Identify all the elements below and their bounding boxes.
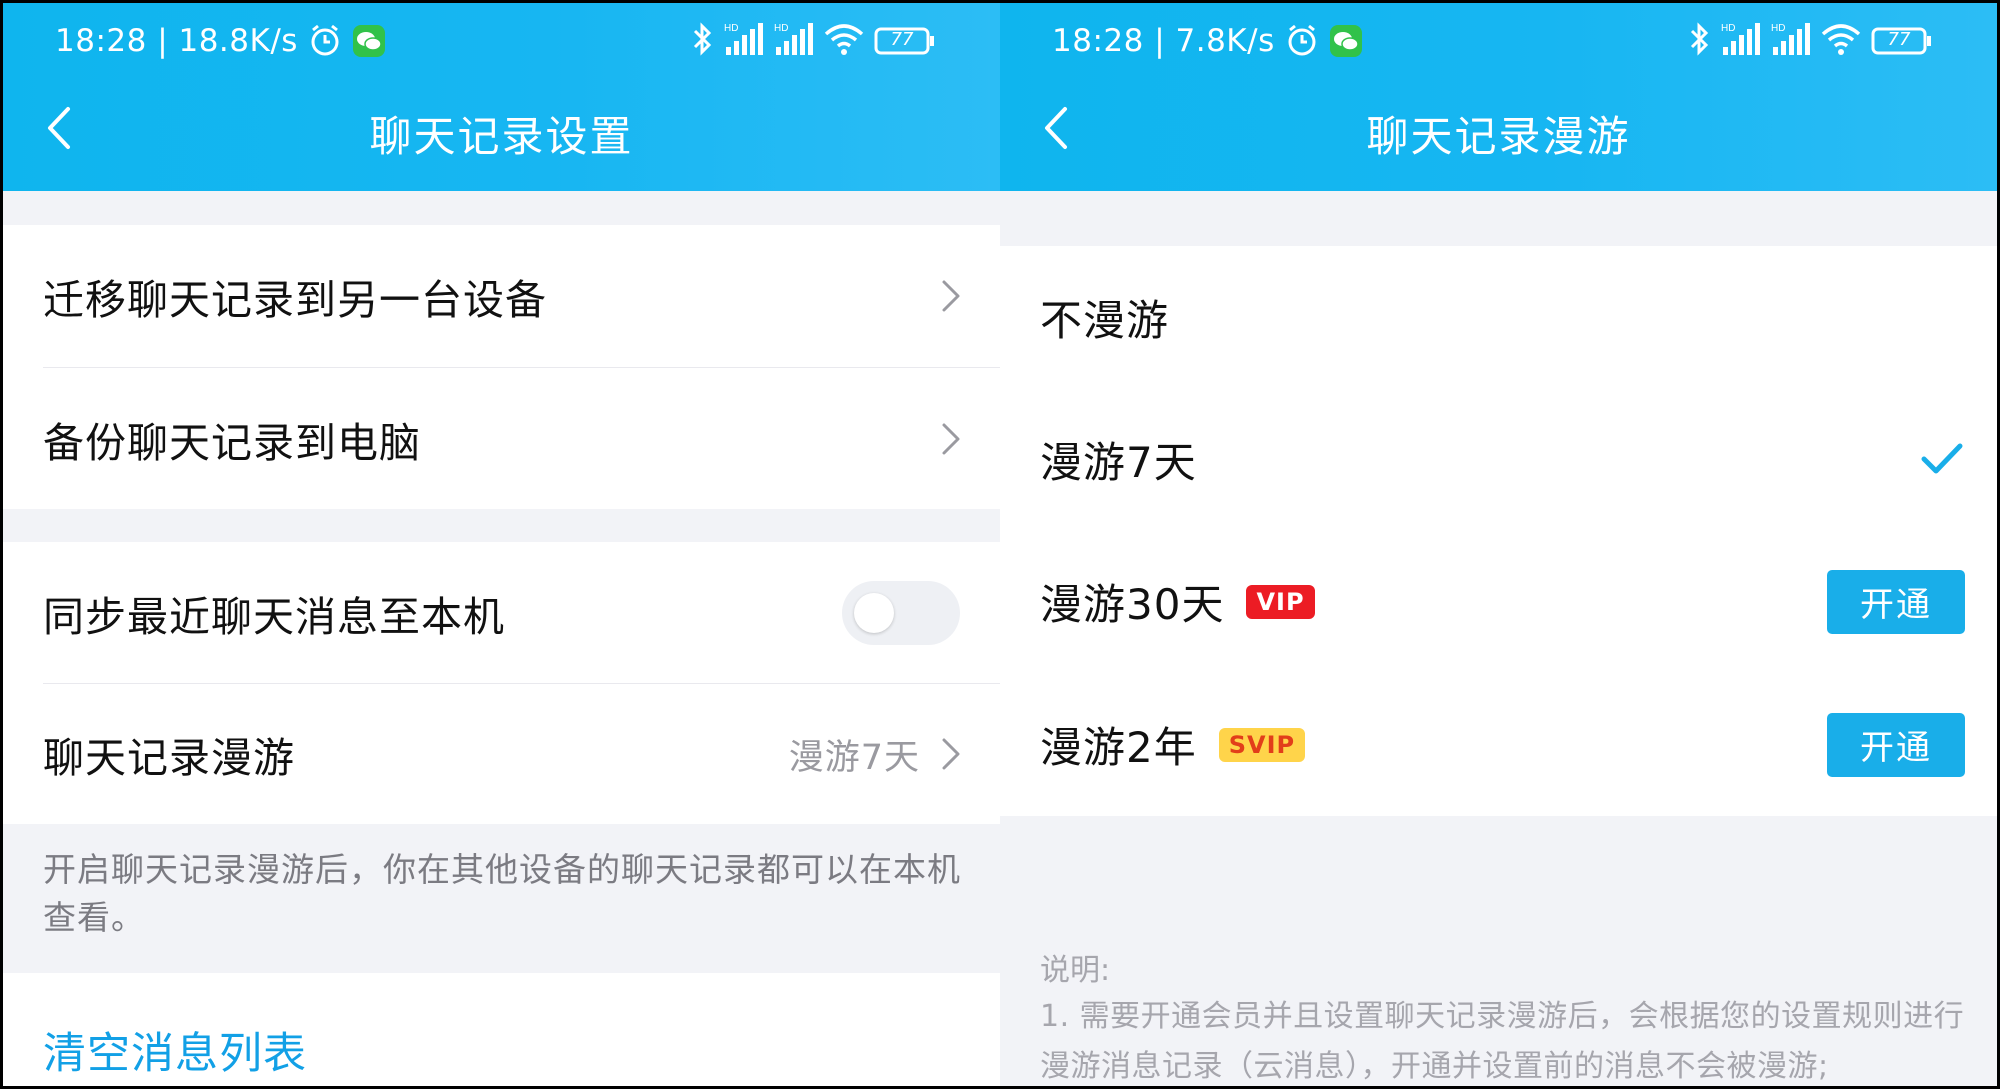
chat-roaming-item[interactable]: 聊天记录漫游 漫游7天 — [3, 684, 1000, 824]
sync-recent-messages-item: 同步最近聊天消息至本机 — [3, 542, 1000, 683]
option-no-roaming[interactable]: 不漫游 — [1000, 246, 1997, 388]
wifi-icon — [824, 22, 864, 60]
signal-icon: HD — [1771, 21, 1811, 61]
backup-to-pc-label: 备份聊天记录到电脑 — [43, 418, 421, 467]
note-text: 1. 需要开通会员并且设置聊天记录漫游后，会根据您的设置规则进行漫游消息记录（云… — [1040, 999, 1965, 1084]
status-icons: HD HD 77 — [692, 21, 936, 61]
option-roaming-7-days[interactable]: 漫游7天 — [1000, 388, 1997, 530]
option-label: 不漫游 — [1040, 295, 1170, 345]
wechat-icon — [1329, 24, 1363, 58]
activate-svip-button[interactable]: 开通 — [1827, 712, 1965, 777]
chat-roaming-label: 聊天记录漫游 — [43, 734, 295, 782]
option-label: 漫游2年 — [1040, 723, 1197, 772]
status-bar: 18:28 | 18.8K/s — [55, 21, 386, 61]
option-label: 漫游30天 — [1040, 580, 1225, 629]
status-time: 18:28 | 18.8K/s — [55, 23, 298, 59]
chevron-right-icon — [942, 280, 960, 312]
bluetooth-icon — [1689, 21, 1711, 61]
option-label-group: 漫游30天 VIP — [1040, 571, 1315, 632]
signal-icon: HD — [774, 21, 814, 61]
chevron-right-icon — [942, 738, 960, 770]
roaming-hint-text: 开启聊天记录漫游后，你在其他设备的聊天记录都可以在本机查看。 — [43, 850, 961, 937]
battery-level: 77 — [890, 29, 914, 50]
clear-section: 清空消息列表 — [3, 973, 1000, 1086]
svg-text:HD: HD — [724, 23, 738, 34]
battery-icon: 77 — [1871, 26, 1933, 56]
svip-badge: SVIP — [1218, 727, 1306, 762]
sync-toggle[interactable] — [842, 580, 960, 645]
transfer-section: 迁移聊天记录到另一台设备 备份聊天记录到电脑 — [3, 225, 1000, 509]
chat-roaming-value: 漫游7天 — [788, 737, 920, 778]
sync-recent-messages-label: 同步最近聊天消息至本机 — [43, 592, 505, 641]
clear-message-list-link[interactable]: 清空消息列表 — [43, 1019, 307, 1081]
activate-vip-button[interactable]: 开通 — [1827, 569, 1965, 634]
migrate-records-label: 迁移聊天记录到另一台设备 — [43, 276, 547, 324]
wechat-icon — [352, 24, 386, 58]
status-icons: HD HD 77 — [1689, 21, 1933, 61]
bluetooth-icon — [692, 21, 714, 61]
signal-icon: HD — [724, 21, 764, 61]
chat-history-settings-screen: 18:28 | 18.8K/s HD HD 77 聊天记录设置 迁移聊天记录到另… — [3, 3, 1000, 1086]
migrate-records-item[interactable]: 迁移聊天记录到另一台设备 — [3, 225, 1000, 367]
page-title: 聊天记录设置 — [369, 112, 634, 161]
screenshot-frame: 18:28 | 18.8K/s HD HD 77 聊天记录设置 迁移聊天记录到另… — [3, 3, 1997, 1086]
signal-icon: HD — [1721, 21, 1761, 61]
status-bar: 18:28 | 7.8K/s — [1052, 21, 1363, 61]
svg-text:HD: HD — [1721, 23, 1735, 34]
battery-level: 77 — [1887, 29, 1911, 50]
header-bar: 18:28 | 18.8K/s HD HD 77 聊天记录设置 — [3, 3, 1000, 191]
option-label-group: 漫游2年 SVIP — [1040, 714, 1306, 775]
svg-text:HD: HD — [774, 23, 788, 34]
wifi-icon — [1821, 22, 1861, 60]
backup-to-pc-item[interactable]: 备份聊天记录到电脑 — [3, 368, 1000, 509]
header-bar: 18:28 | 7.8K/s HD HD 77 聊天记录漫游 — [1000, 3, 1997, 191]
checkmark-icon — [1921, 443, 1963, 474]
page-title: 聊天记录漫游 — [1366, 112, 1631, 161]
chevron-right-icon — [942, 423, 960, 454]
status-time: 18:28 | 7.8K/s — [1052, 23, 1275, 59]
sync-section: 同步最近聊天消息至本机 聊天记录漫游 漫游7天 — [3, 542, 1000, 824]
vip-badge: VIP — [1246, 584, 1315, 619]
svg-text:HD: HD — [1771, 23, 1785, 34]
alarm-icon — [1285, 24, 1319, 58]
battery-icon: 77 — [874, 26, 936, 56]
alarm-icon — [308, 24, 342, 58]
chat-roaming-screen: 18:28 | 7.8K/s HD HD 77 聊天记录漫游 不漫游 漫游7天 … — [1000, 3, 1997, 1086]
toggle-knob — [854, 592, 894, 633]
option-roaming-2-years[interactable]: 漫游2年 SVIP 开通 — [1000, 673, 1997, 816]
note-title: 说明: — [1040, 953, 1111, 988]
option-roaming-30-days[interactable]: 漫游30天 VIP 开通 — [1000, 530, 1997, 673]
roaming-options-list: 不漫游 漫游7天 漫游30天 VIP 开通 漫游2年 SVIP 开通 — [1000, 246, 1997, 816]
option-label: 漫游7天 — [1040, 437, 1197, 487]
